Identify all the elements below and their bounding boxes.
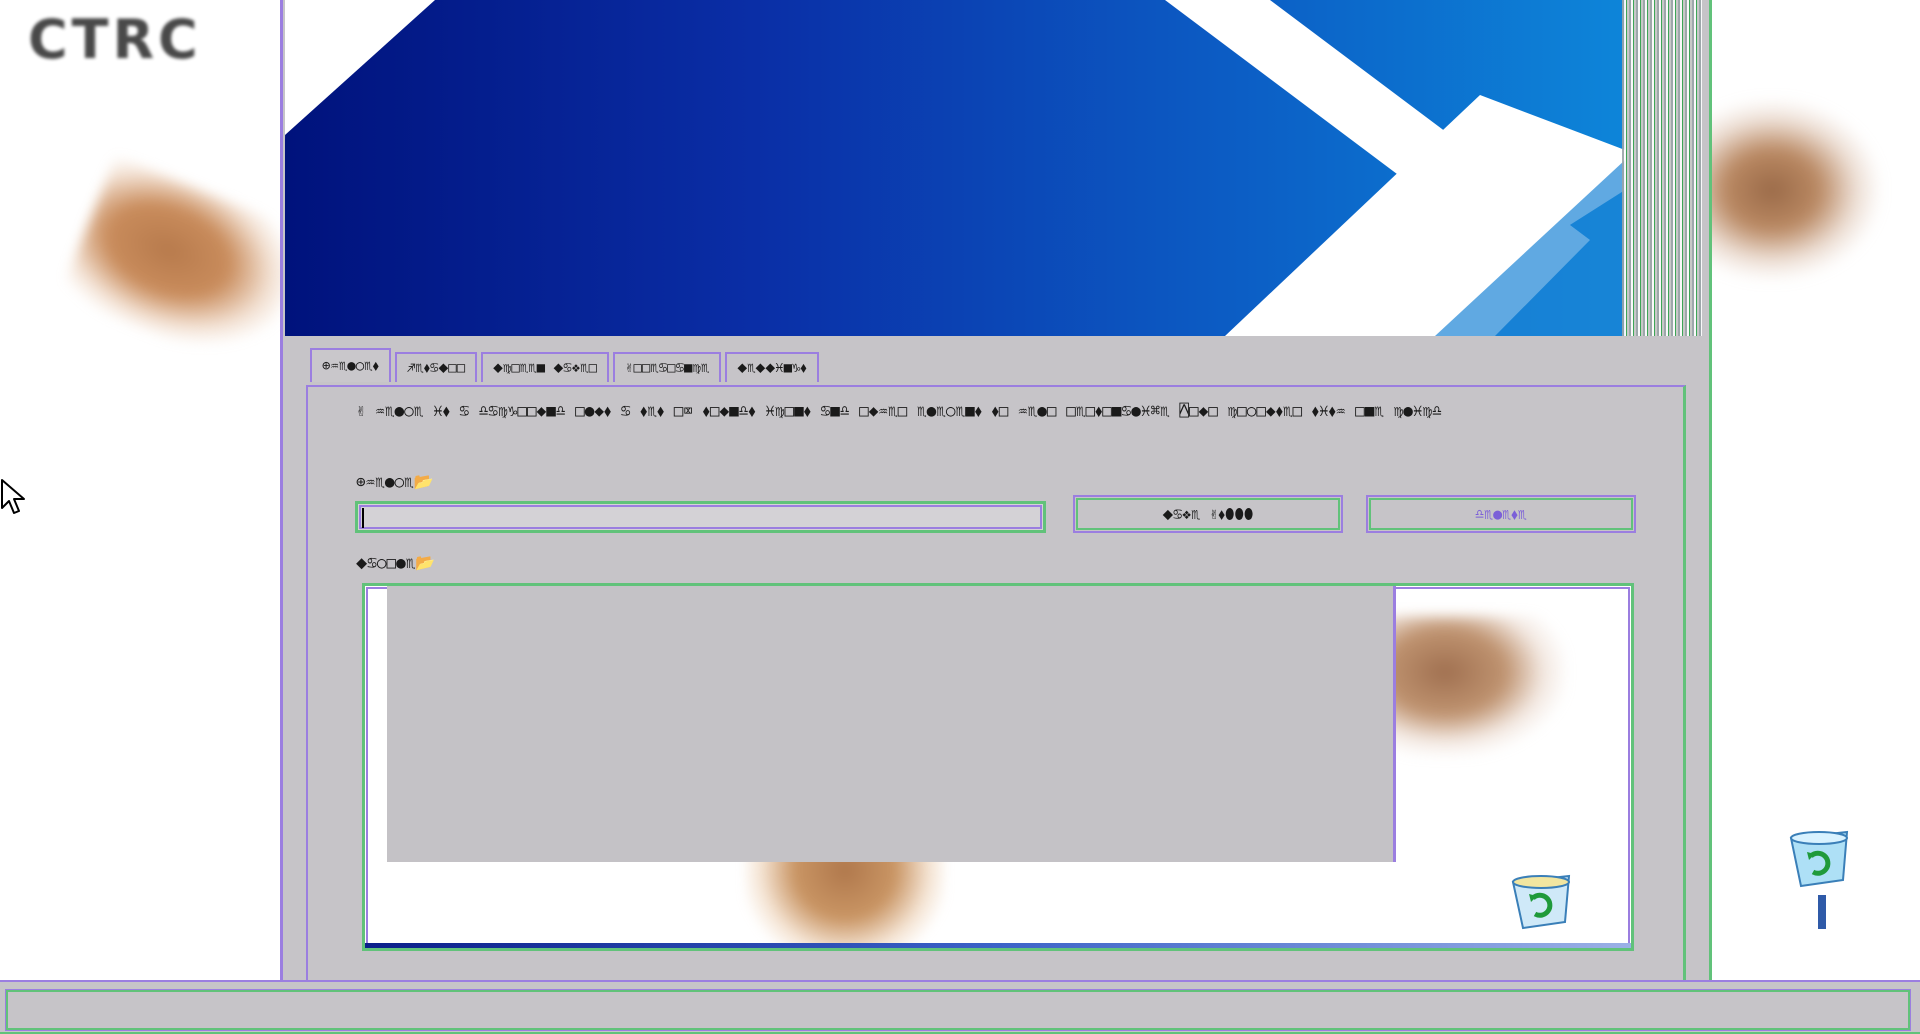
tab-screen-saver[interactable]: ⬥♍□♏♏■ ⬥♋❖♏□ bbox=[481, 352, 610, 382]
save-as-button[interactable]: ⬥♋❖♏ ✌⬧⬮⬮⬮ bbox=[1073, 495, 1343, 533]
recycle-bin-icon[interactable] bbox=[1785, 830, 1855, 890]
taskbar bbox=[0, 980, 1920, 1034]
desktop-wallpaper-arm-left bbox=[59, 156, 311, 374]
banner-edge-artifact bbox=[1622, 0, 1702, 336]
theme-description: ✌ ♒♏●○♏ ♓⬧ ♋ ♎♋♍♑□□◆■♎ □●◆⬧ ♋ ⬧♏⬧ □⌧ ⬧□◆… bbox=[356, 401, 1442, 420]
preview-taskbar bbox=[365, 943, 1631, 948]
taskbar-inner bbox=[5, 989, 1911, 1031]
arrow-cursor-icon bbox=[1, 479, 25, 514]
delete-button[interactable]: ♎♏●♏⬧♏ bbox=[1366, 495, 1636, 533]
desktop-logo: CTRC bbox=[28, 8, 202, 71]
preview-recycle-bin-icon bbox=[1511, 874, 1571, 930]
theme-preview bbox=[362, 583, 1634, 951]
settings-tabs: ⊕♒♏●○♏⬧ ♐♏⬧♋⬥□□ ⬥♍□♏♏■ ⬥♋❖♏□ ✌□□♏♋□♋■♍♏ … bbox=[310, 348, 823, 386]
theme-select-field[interactable] bbox=[355, 501, 1046, 533]
preview-window-overlay bbox=[387, 586, 1396, 862]
theme-field-label: ⊕♒♏●○♏📂 bbox=[356, 472, 434, 491]
window-banner bbox=[285, 0, 1625, 336]
tab-theme[interactable]: ⊕♒♏●○♏⬧ bbox=[310, 348, 391, 382]
tab-settings[interactable]: ⬥♏⬥⬥♓■♑⬧ bbox=[725, 352, 819, 382]
tab-appearance[interactable]: ✌□□♏♋□♋■♍♏ bbox=[613, 352, 722, 382]
sample-label: ⬥♋○□●♏📂 bbox=[356, 553, 436, 572]
tab-desktop[interactable]: ♐♏⬧♋⬥□□ bbox=[394, 352, 478, 382]
text-caret bbox=[362, 508, 364, 528]
desktop-wallpaper-arm-right bbox=[1700, 100, 1880, 280]
recycle-bin-label bbox=[1818, 895, 1826, 929]
banner-chevron-graphic bbox=[285, 0, 1625, 336]
